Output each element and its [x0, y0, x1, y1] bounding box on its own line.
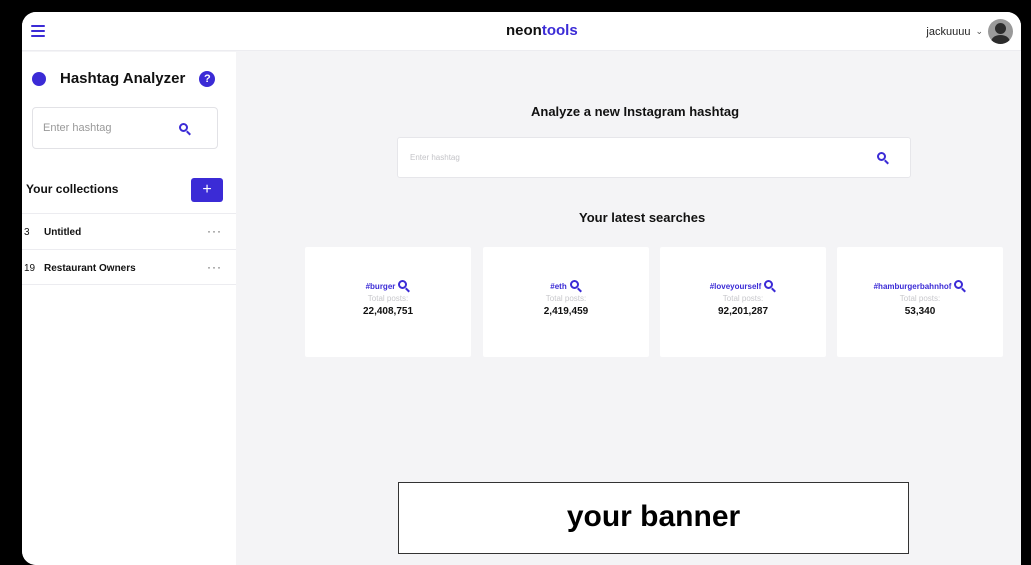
total-posts-value: 2,419,459 [543, 306, 589, 317]
app-logo[interactable]: neontools [506, 22, 578, 39]
collection-count: 3 [24, 227, 30, 238]
logo-part-b: tools [541, 22, 578, 39]
collection-row[interactable]: 19 Restaurant Owners ··· [22, 249, 236, 285]
chevron-down-icon: ⌄ [975, 26, 983, 36]
avatar[interactable] [988, 19, 1013, 44]
top-bar: neontools jackuuuu ⌄ [22, 12, 1021, 51]
collection-name: Untitled [44, 227, 82, 238]
sidebar: Hashtag Analyzer ? Enter hashtag Your co… [22, 52, 236, 565]
ad-banner[interactable]: your banner [398, 482, 909, 554]
total-posts-value: 92,201,287 [717, 306, 769, 317]
latest-searches-heading: Your latest searches [579, 210, 706, 225]
page-title: Analyze a new Instagram hashtag [531, 104, 740, 119]
collection-row[interactable]: 3 Untitled ··· [22, 213, 236, 249]
help-icon[interactable]: ? [199, 70, 216, 87]
search-card[interactable]: #burger Total posts: 22,408,751 [305, 247, 471, 357]
app-window: neontools jackuuuu ⌄ Hashtag Analyzer ? … [22, 12, 1021, 565]
card-tag[interactable]: #burger [305, 280, 471, 293]
card-tag[interactable]: #eth [483, 280, 649, 293]
more-icon[interactable]: ··· [207, 260, 222, 274]
search-icon [954, 280, 967, 293]
hashtag-label: #eth [550, 281, 567, 291]
hashtag-label: #loveyourself [709, 281, 762, 291]
main-search-placeholder: Enter hashtag [410, 153, 460, 162]
add-collection-button[interactable]: + [191, 178, 223, 202]
collections-heading: Your collections [26, 182, 119, 196]
menu-icon[interactable] [31, 25, 45, 37]
search-icon[interactable] [877, 152, 889, 165]
sidebar-title-text: Hashtag Analyzer [60, 70, 186, 87]
user-menu[interactable]: jackuuuu ⌄ [926, 19, 1013, 44]
hashtag-label: #burger [365, 281, 396, 291]
total-posts-label: Total posts: [722, 294, 764, 303]
total-posts-value: 53,340 [904, 306, 936, 317]
more-icon[interactable]: ··· [207, 224, 222, 238]
sidebar-search-input[interactable]: Enter hashtag [32, 107, 218, 149]
sidebar-title: Hashtag Analyzer ? [32, 70, 216, 87]
total-posts-label: Total posts: [367, 294, 409, 303]
card-tag[interactable]: #hamburgerbahnhof [837, 280, 1003, 293]
hashtag-search-input[interactable]: Enter hashtag [397, 137, 911, 178]
total-posts-value: 22,408,751 [362, 306, 414, 317]
total-posts-label: Total posts: [899, 294, 941, 303]
collection-count: 19 [24, 263, 36, 274]
sidebar-search-placeholder: Enter hashtag [43, 122, 112, 134]
search-card[interactable]: #loveyourself Total posts: 92,201,287 [660, 247, 826, 357]
card-tag[interactable]: #loveyourself [660, 280, 826, 293]
username: jackuuuu [926, 25, 971, 38]
gear-icon [32, 71, 46, 86]
search-icon [764, 280, 777, 293]
collection-name: Restaurant Owners [44, 263, 136, 274]
total-posts-label: Total posts: [545, 294, 587, 303]
search-card[interactable]: #eth Total posts: 2,419,459 [483, 247, 649, 357]
search-icon [569, 280, 582, 293]
search-icon[interactable] [179, 123, 191, 136]
search-card[interactable]: #hamburgerbahnhof Total posts: 53,340 [837, 247, 1003, 357]
logo-part-a: neon [506, 22, 542, 39]
hashtag-label: #hamburgerbahnhof [873, 281, 952, 291]
search-icon [398, 280, 411, 293]
